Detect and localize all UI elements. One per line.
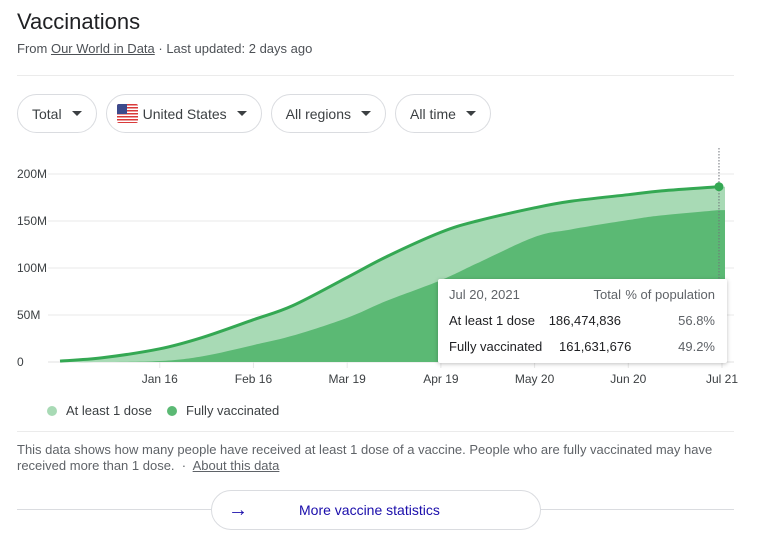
tooltip-row-label: At least 1 dose [449,313,535,328]
x-tick-label: Jul 21 [706,372,738,386]
caret-down-icon [465,111,476,116]
tooltip-row-pct: 49.2% [678,339,715,354]
legend-label: Fully vaccinated [186,403,280,418]
x-tick-label: Apr 19 [423,372,459,386]
y-tick-label: 50M [17,308,40,322]
header-divider [17,75,734,76]
caret-down-icon [71,111,82,116]
legend-dot-icon [47,405,57,416]
more-button-label: More vaccine statistics [299,502,440,518]
caret-down-icon [361,111,372,116]
separator: · [178,458,190,473]
country-dropdown-label: United States [142,105,227,122]
legend-divider [17,431,734,432]
tooltip-row-pct: 56.8% [678,313,715,328]
source-link[interactable]: Our World in Data [51,41,155,56]
y-tick-label: 200M [17,167,47,181]
source-prefix: From [17,41,48,56]
x-tick-label: Feb 16 [235,372,273,386]
country-dropdown[interactable]: United States [105,94,262,133]
region-dropdown[interactable]: All regions [270,94,387,133]
arrow-right-icon: → [228,499,248,521]
filter-bar: Total United States All regions All time [17,94,491,133]
caret-down-icon [236,111,247,116]
description-text: This data shows how many people have rec… [17,442,713,473]
data-description: This data shows how many people have rec… [17,442,737,474]
chart-tooltip: Jul 20, 2021 Total % of population At le… [438,279,727,363]
source-line: From Our World in Data · Last updated: 2… [17,41,312,56]
time-range-dropdown[interactable]: All time [395,94,491,133]
y-tick-label: 0 [17,355,24,369]
y-tick-label: 100M [17,261,47,275]
more-vaccine-statistics-button[interactable]: → More vaccine statistics [211,490,541,530]
y-axis: 0 50M 100M 150M 200M [17,167,47,369]
metric-dropdown[interactable]: Total [17,94,97,133]
chart-legend: At least 1 dose Fully vaccinated [47,403,294,418]
x-tick-label: Jan 16 [142,372,178,386]
page-title: Vaccinations [17,9,141,34]
tooltip-total-header: Total [593,287,621,302]
tooltip-row-label: Fully vaccinated [449,339,543,354]
last-updated: · Last updated: 2 days ago [158,41,313,56]
about-data-link[interactable]: About this data [193,458,280,473]
tooltip-row: Fully vaccinated 161,631,676 49.2% [449,339,715,354]
tooltip-row-total: 161,631,676 [559,339,632,354]
tooltip-row: At least 1 dose 186,474,836 56.8% [449,313,715,328]
x-axis: Jan 16 Feb 16 Mar 19 Apr 19 May 20 Jun 20 Jul … [48,361,738,386]
time-range-dropdown-label: All time [410,105,456,122]
hover-point [714,182,724,192]
legend-item-at-least-1-dose[interactable]: At least 1 dose [47,403,152,418]
metric-dropdown-label: Total [32,105,62,122]
x-tick-label: Mar 19 [328,372,366,386]
tooltip-date: Jul 20, 2021 [449,287,520,302]
x-tick-label: May 20 [515,372,555,386]
us-flag-icon [116,104,138,123]
legend-dot-icon [167,405,177,416]
tooltip-pct-header: % of population [625,287,715,302]
x-tick-label: Jun 20 [610,372,646,386]
y-tick-label: 150M [17,214,47,228]
legend-item-fully-vaccinated[interactable]: Fully vaccinated [167,403,279,418]
region-dropdown-label: All regions [285,105,352,122]
tooltip-row-total: 186,474,836 [548,313,621,328]
legend-label: At least 1 dose [66,403,152,418]
